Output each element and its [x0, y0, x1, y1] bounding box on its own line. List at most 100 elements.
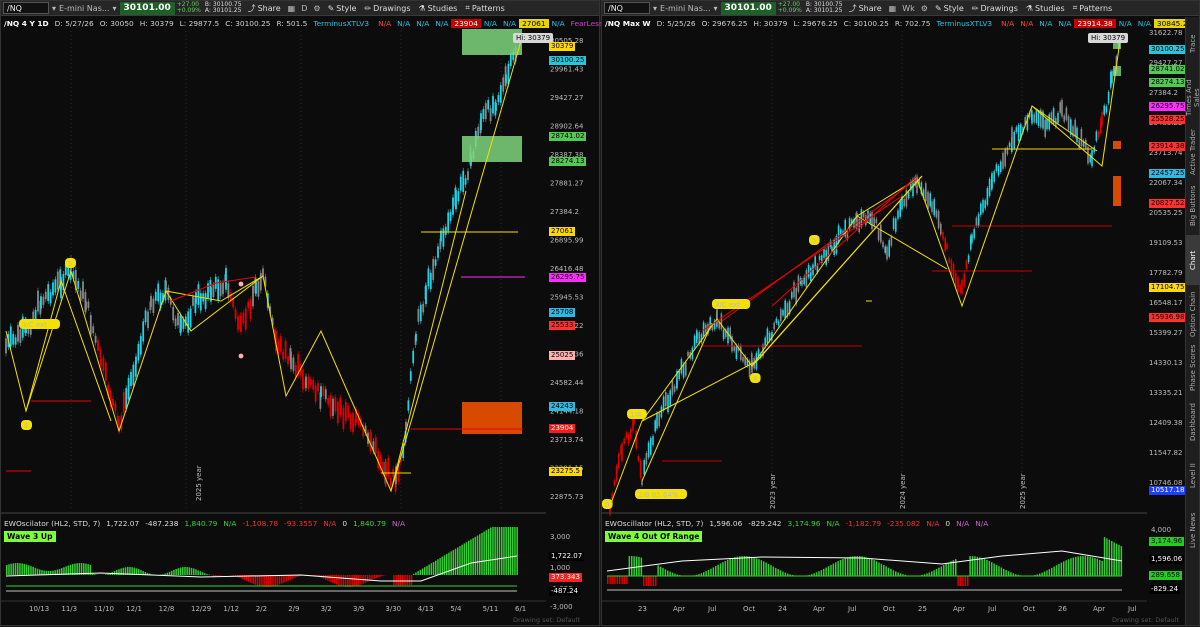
osc-bar	[1063, 561, 1065, 576]
osc-bar	[1053, 567, 1055, 576]
osc-bar	[395, 575, 397, 585]
osc-bar	[751, 557, 753, 576]
candle	[422, 304, 424, 313]
candle	[340, 403, 342, 415]
candle	[1063, 116, 1065, 122]
candle	[1011, 127, 1013, 144]
candle	[105, 362, 107, 380]
osc-bar	[270, 575, 272, 587]
osc-bar	[343, 575, 345, 586]
candle	[899, 201, 901, 217]
candle	[495, 103, 497, 111]
candle	[1068, 116, 1070, 130]
candle	[648, 443, 650, 458]
candle	[942, 232, 944, 239]
osc-bar	[708, 570, 710, 576]
candle	[20, 329, 22, 343]
candle	[996, 164, 998, 171]
osc-axis-label: 1,000	[550, 564, 570, 572]
candle	[982, 200, 984, 213]
candle	[97, 340, 99, 351]
side-tab-dashboard[interactable]: Dashboard	[1186, 397, 1200, 447]
osc-bar	[191, 568, 193, 575]
candle	[716, 308, 718, 326]
osc-title: EWOscilator (HL2, STD, 7)	[1, 519, 103, 528]
osc-bar	[847, 557, 849, 576]
osc-v10: N/A	[972, 519, 991, 528]
side-tab-option-chain[interactable]: Option Chain	[1186, 289, 1200, 339]
osc-bar	[967, 576, 969, 586]
candle	[646, 453, 648, 464]
osc-bar	[424, 567, 426, 575]
candle	[838, 225, 840, 242]
side-tab-trace[interactable]: Trace	[1186, 19, 1200, 69]
date-axis-label: 1/12	[223, 605, 239, 613]
wave-trendline	[391, 191, 466, 491]
price-level-tag: 1,722.07	[549, 552, 584, 561]
osc-bar	[378, 575, 380, 577]
osc-bar	[483, 532, 485, 575]
candle	[57, 272, 59, 290]
osc-bar	[497, 527, 499, 575]
candle	[929, 193, 931, 206]
price-level-tag: 10517.18	[1149, 486, 1186, 495]
osc-title: EWOscillator (HL2, STD, 7)	[602, 519, 706, 528]
candle	[452, 197, 454, 214]
candle	[467, 171, 469, 180]
side-tab-level-ii[interactable]: Level II	[1186, 451, 1200, 501]
wave-status-badge: Wave 4 Out Of Range	[605, 531, 702, 542]
side-tab-big-buttons[interactable]: Big Buttons	[1186, 181, 1200, 231]
candle	[45, 292, 47, 299]
osc-v3: 3,174.96	[785, 519, 824, 528]
osc-v10: N/A	[389, 519, 408, 528]
side-tab-times-and-sales[interactable]: Times And Sales	[1186, 73, 1200, 123]
osc-bar	[356, 575, 358, 586]
osc-bar	[455, 549, 457, 575]
osc-bar	[1092, 557, 1094, 576]
candle	[658, 413, 660, 426]
candle	[1000, 162, 1002, 173]
candle	[798, 276, 800, 292]
osc-bar	[705, 571, 707, 576]
osc-bar	[508, 527, 510, 575]
candle	[723, 330, 725, 339]
date-axis-label: 2/2	[256, 605, 267, 613]
candle	[793, 282, 795, 297]
date-axis-label: Apr	[673, 605, 685, 613]
candle	[128, 378, 130, 399]
candle	[135, 357, 137, 364]
osc-bar	[505, 527, 507, 575]
osc-bar	[204, 573, 206, 575]
candle	[733, 346, 735, 351]
candle	[810, 268, 812, 281]
osc-bar	[773, 567, 775, 576]
osc-bar	[890, 569, 892, 576]
osc-bar	[184, 567, 186, 575]
osc-bar	[624, 576, 626, 584]
candle	[310, 379, 312, 385]
osc-bar	[169, 572, 171, 575]
candle	[55, 279, 57, 292]
side-tab-phase-scores[interactable]: Phase Scores	[1186, 343, 1200, 393]
osc-bar	[420, 570, 422, 575]
side-tab-active-trader[interactable]: Active Trader	[1186, 127, 1200, 177]
osc-bar	[431, 563, 433, 575]
osc-bar	[821, 570, 823, 576]
candle	[736, 346, 738, 359]
osc-bar	[272, 575, 274, 586]
osc-bar	[439, 558, 441, 575]
candle	[502, 77, 504, 91]
osc-bar	[457, 547, 459, 575]
osc-bar	[1089, 557, 1091, 576]
osc-bar	[876, 561, 878, 576]
osc-bar	[667, 571, 669, 576]
side-tab-chart[interactable]: Chart	[1186, 235, 1200, 285]
left-chart-canvas[interactable]: 30505.2829961.4329427.2728902.6428387.38…	[1, 1, 601, 627]
side-tab-live-news[interactable]: Live News	[1186, 505, 1200, 555]
osc-bar	[382, 575, 384, 576]
high-label: Hi: 30379	[1088, 33, 1128, 43]
candle	[43, 297, 45, 305]
candle	[630, 429, 632, 439]
candle	[652, 436, 654, 445]
osc-bar	[6, 565, 8, 575]
